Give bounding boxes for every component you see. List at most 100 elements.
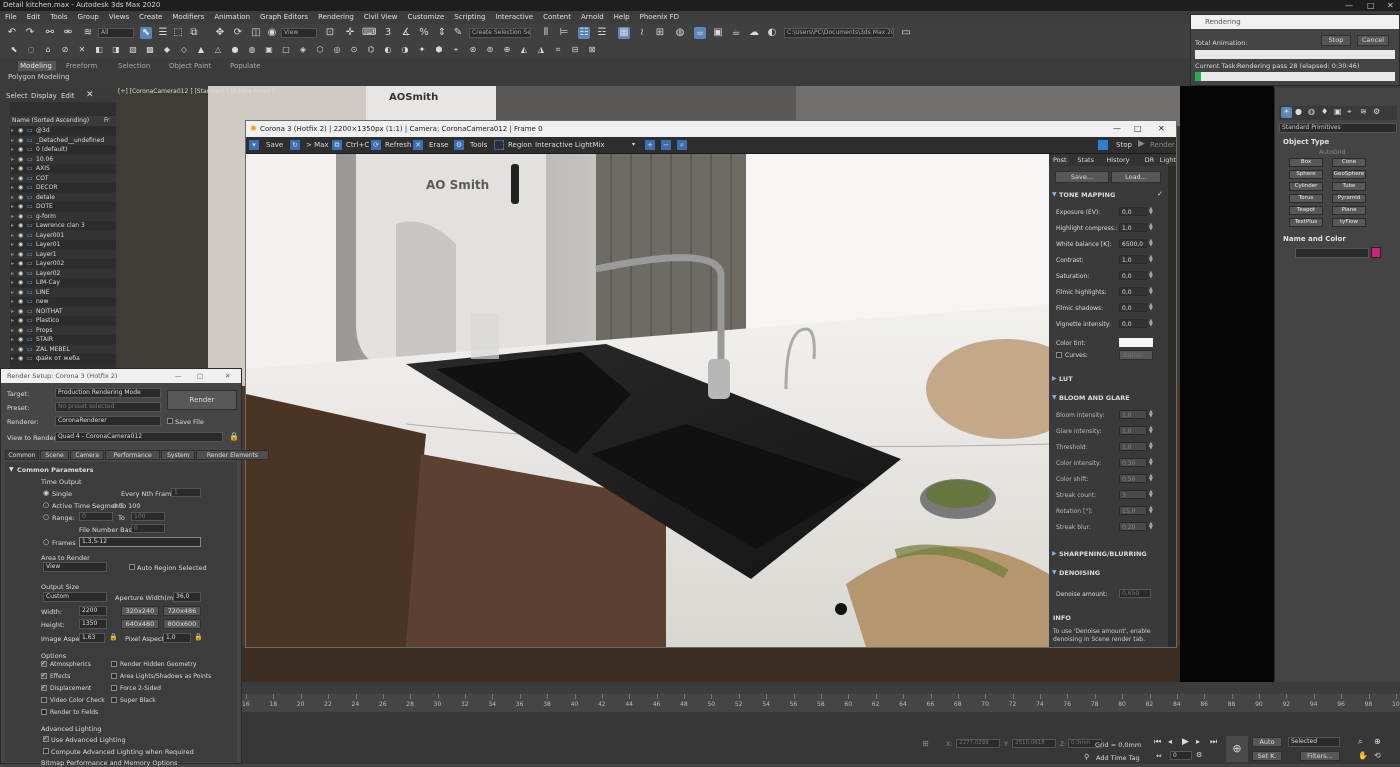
helpers-icon[interactable]: ⌖	[1347, 107, 1352, 117]
toolbar2-tool-icon[interactable]: ◧	[93, 44, 105, 56]
expand-arrow-icon[interactable]: ▸	[11, 212, 14, 221]
ribbon-tab-object-paint[interactable]: Object Paint	[169, 62, 211, 70]
rendered-frame-window-icon[interactable]: ▣	[712, 27, 724, 39]
expand-arrow-icon[interactable]: ▸	[11, 193, 14, 202]
sharpening-arrow-icon[interactable]: ▶	[1052, 550, 1057, 557]
visibility-eye-icon[interactable]: ◉	[18, 231, 23, 240]
vfb-erase-button[interactable]: Erase	[429, 141, 449, 149]
render-play-icon[interactable]: ▶	[1138, 139, 1145, 149]
expand-arrow-icon[interactable]: ▸	[11, 307, 14, 316]
post-tab-post[interactable]: Post	[1051, 155, 1069, 165]
preset-dropdown[interactable]: No preset selected	[55, 402, 161, 412]
visibility-eye-icon[interactable]: ◉	[18, 345, 23, 354]
post-save-button[interactable]: Save...	[1055, 171, 1109, 183]
edit-named-selection-icon[interactable]: ✎	[452, 27, 464, 39]
spacewarps-icon[interactable]: ≋	[1360, 107, 1367, 116]
bloom-value-field[interactable]: 1,0	[1119, 410, 1147, 419]
undo-icon[interactable]: ↶	[6, 27, 18, 39]
toolbar2-tool-icon[interactable]: ▨	[127, 44, 139, 56]
primitive-button-tube[interactable]: Tube	[1332, 182, 1366, 191]
material-editor-icon[interactable]: ◍	[674, 27, 686, 39]
go-to-start-icon[interactable]: ⏮	[1154, 737, 1161, 747]
scene-menu-edit[interactable]: Edit	[61, 92, 75, 100]
zoom-in-icon[interactable]: +	[645, 140, 655, 150]
menu-item-customize[interactable]: Customize	[403, 11, 450, 24]
render-option-checkbox[interactable]	[111, 661, 117, 667]
pixel-aspect-field[interactable]: 1,0	[163, 633, 191, 643]
go-to-end-icon[interactable]: ⏭	[1210, 737, 1217, 747]
prev-frame-icon[interactable]: ◂	[1168, 737, 1172, 746]
spinner-icon[interactable]: ▲ ▼	[1149, 522, 1153, 531]
lights-icon[interactable]: ♦	[1321, 107, 1328, 116]
common-params-arrow-icon[interactable]: ▼	[9, 466, 14, 473]
post-scrollbar[interactable]	[1168, 166, 1176, 647]
expand-arrow-icon[interactable]: ▸	[11, 288, 14, 297]
toolbar2-tool-icon[interactable]: ◆	[161, 44, 173, 56]
rotate-icon[interactable]: ⟳	[232, 27, 244, 39]
vfb-render-button[interactable]: Render	[1150, 141, 1175, 149]
vfb-tools-button[interactable]: Tools	[470, 141, 487, 149]
cameras-icon[interactable]: ▣	[1334, 107, 1342, 116]
output-size-dropdown[interactable]: Custom	[43, 592, 107, 602]
menu-item-edit[interactable]: Edit	[22, 11, 46, 24]
bloom-header[interactable]: BLOOM AND GLARE	[1059, 394, 1130, 402]
stop-icon[interactable]	[1098, 140, 1108, 150]
save-image-icon[interactable]: ▾	[249, 140, 259, 150]
set-key-button[interactable]: Set K.	[1252, 751, 1282, 761]
scene-list-item[interactable]: ▸ ◉ ▭ 0 (default)	[10, 145, 116, 154]
tone-mapping-check-icon[interactable]: ✓	[1157, 190, 1163, 198]
bloom-value-field[interactable]: 1,0	[1119, 442, 1147, 451]
visibility-eye-icon[interactable]: ◉	[18, 335, 23, 344]
toggle-scene-explorer-icon[interactable]: ☷	[578, 27, 590, 39]
toolbar2-tool-icon[interactable]: ◨	[110, 44, 122, 56]
toolbar2-tool-icon[interactable]: ⊚	[484, 44, 496, 56]
rendering-cancel-button[interactable]: Cancel	[1357, 35, 1389, 46]
scene-list-item[interactable]: ▸ ◉ ▭ 10.06	[10, 154, 116, 164]
primitive-button-plane[interactable]: Plane	[1332, 206, 1366, 215]
scene-list-item[interactable]: ▸ ◉ ▭ detale	[10, 192, 116, 202]
render-option-checkbox[interactable]	[41, 709, 47, 715]
toolbar2-tool-icon[interactable]: ✕	[76, 44, 88, 56]
primitive-button-teapot[interactable]: Teapot	[1289, 206, 1323, 215]
scene-list-item[interactable]: ▸ ◉ ▭ LIM-Cay	[10, 278, 116, 287]
key-mode-icon[interactable]: ⇔	[1156, 752, 1162, 760]
primitive-button-torus[interactable]: Torus	[1289, 194, 1323, 203]
bloom-value-field[interactable]: 1,0	[1119, 426, 1147, 435]
toolbar2-tool-icon[interactable]: ⊕	[501, 44, 513, 56]
pixel-aspect-lock-icon[interactable]: 🔒	[194, 633, 203, 641]
visibility-eye-icon[interactable]: ◉	[18, 155, 23, 164]
region-icon[interactable]	[494, 140, 504, 150]
visibility-eye-icon[interactable]: ◉	[18, 307, 23, 316]
rs-minimize-icon[interactable]: —	[175, 369, 182, 383]
scene-list-item[interactable]: ▸ ◉ ▭ Layer01	[10, 240, 116, 249]
window-crossing-icon[interactable]: ⧉	[188, 27, 200, 39]
autogrid-checkbox[interactable]: AutoGrid	[1319, 149, 1346, 156]
toolbar2-tool-icon[interactable]: ⬡	[314, 44, 326, 56]
primitive-button-geosphere[interactable]: GeoSphere	[1332, 170, 1366, 179]
select-by-name-icon[interactable]: ☰	[157, 27, 169, 39]
image-aspect-field[interactable]: 1,63	[79, 633, 105, 643]
expand-arrow-icon[interactable]: ▸	[11, 345, 14, 354]
keyboard-shortcut-icon[interactable]: ⌨	[362, 27, 376, 39]
menu-item-graph-editors[interactable]: Graph Editors	[255, 11, 313, 24]
spinner-icon[interactable]: ▲ ▼	[1149, 207, 1153, 216]
every-nth-field[interactable]: 1	[171, 488, 201, 497]
vfb-max-button[interactable]: > Max	[306, 141, 329, 149]
project-folder-icon[interactable]: ▭	[900, 27, 912, 39]
scene-list-item[interactable]: ▸ ◉ ▭ DOTE	[10, 202, 116, 211]
create-tab-icon[interactable]: ☀	[1281, 107, 1292, 118]
spinner-icon[interactable]: ▲ ▼	[1149, 255, 1153, 264]
systems-icon[interactable]: ⚙	[1373, 107, 1380, 116]
menu-item-animation[interactable]: Animation	[209, 11, 255, 24]
shapes-icon[interactable]: ◍	[1308, 107, 1315, 116]
scene-list-item[interactable]: ▸ ◉ ▭ ZAL MEBEL	[10, 344, 116, 354]
visibility-eye-icon[interactable]: ◉	[18, 212, 23, 221]
create-selection-set-dropdown[interactable]: Create Selection Set	[469, 28, 531, 38]
menu-item-modifiers[interactable]: Modifiers	[167, 11, 209, 24]
toolbar2-tool-icon[interactable]: ▣	[263, 44, 275, 56]
time-tag-icon[interactable]: ⚲	[1084, 753, 1089, 761]
menu-item-scripting[interactable]: Scripting	[449, 11, 490, 24]
x-coord-field[interactable]: 2277,0298	[956, 739, 1000, 748]
render-setup-tab-render-elements[interactable]: Render Elements	[196, 450, 269, 460]
play-icon[interactable]: ▶	[1182, 737, 1189, 747]
